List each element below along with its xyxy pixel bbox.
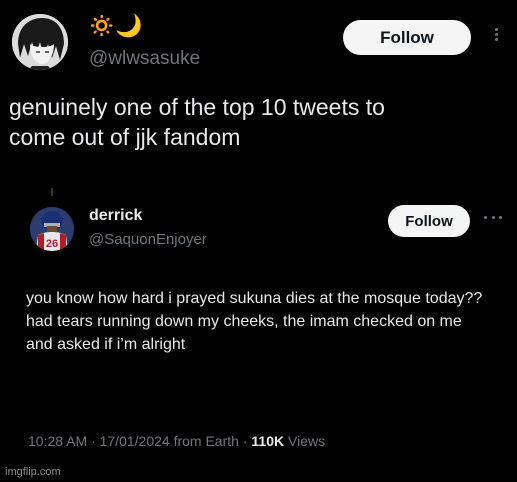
thread-line bbox=[51, 188, 53, 196]
display-name-emoji: 🔅🌙 bbox=[88, 14, 143, 39]
more-vertical-icon[interactable] bbox=[493, 26, 499, 46]
tweet-meta: 10:28 AM · 17/01/2024 from Earth · 110K … bbox=[28, 433, 325, 449]
follow-button[interactable]: Follow bbox=[343, 20, 471, 55]
tweet-source: from Earth bbox=[173, 433, 239, 449]
views-count[interactable]: 110K bbox=[251, 433, 284, 449]
quoted-tweet-text: you know how hard i prayed sukuna dies a… bbox=[26, 290, 483, 353]
tweet-date[interactable]: 17/01/2024 bbox=[100, 433, 170, 449]
tweet-time[interactable]: 10:28 AM bbox=[28, 433, 87, 449]
anime-avatar-icon bbox=[12, 14, 68, 70]
tweet-text: genuinely one of the top 10 tweets to co… bbox=[9, 94, 385, 150]
handle[interactable]: @wlwsasuke bbox=[89, 48, 200, 70]
display-name[interactable]: 🔅🌙 bbox=[88, 14, 143, 40]
quoted-follow-button[interactable]: Follow bbox=[388, 205, 470, 237]
quoted-avatar[interactable]: 26 bbox=[30, 207, 74, 251]
views-label: Views bbox=[287, 433, 326, 449]
quoted-handle[interactable]: @SaquonEnjoyer bbox=[89, 231, 207, 248]
football-player-avatar-icon: 26 bbox=[30, 207, 74, 251]
watermark: imgflip.com bbox=[5, 466, 61, 478]
avatar[interactable] bbox=[12, 14, 68, 70]
more-horizontal-icon[interactable] bbox=[484, 216, 502, 220]
quoted-display-name[interactable]: derrick bbox=[89, 207, 142, 225]
meta-separator-2: · bbox=[238, 433, 252, 449]
meta-separator: · bbox=[87, 433, 100, 449]
jersey-number: 26 bbox=[46, 238, 58, 250]
